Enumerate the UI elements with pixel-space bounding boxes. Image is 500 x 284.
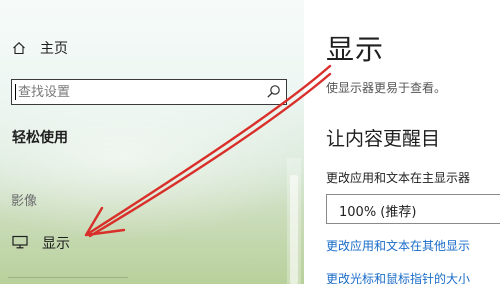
search-icon[interactable] (266, 84, 281, 103)
page-title: 显示 (326, 33, 385, 66)
sidebar-category-label: 影像 (11, 194, 38, 209)
sidebar-item-home-label: 主页 (40, 41, 68, 57)
pointer-size-link-partial[interactable]: 更改光标和鼠标指针的大小 (326, 272, 470, 284)
sidebar-scrollbar-thumb[interactable] (290, 175, 298, 284)
home-icon (12, 41, 26, 55)
scale-dropdown[interactable]: 100% (推荐) (326, 194, 500, 224)
other-displays-link[interactable]: 更改应用和文本在其他显示 (326, 237, 470, 254)
settings-sidebar: 主页 轻松使用 影像 显示 (0, 0, 304, 284)
sidebar-item-display-label: 显示 (42, 236, 70, 252)
text-caret (15, 84, 16, 100)
scale-dropdown-value: 100% (推荐) (339, 205, 417, 220)
search-input[interactable] (18, 82, 258, 102)
display-settings-page: 显示 使显示器更易于查看。 让内容更醒目 更改应用和文本在主显示器 100% (… (304, 0, 500, 284)
sidebar-next-item-partial (8, 277, 128, 284)
page-subtitle: 使显示器更易于查看。 (326, 81, 447, 95)
sidebar-item-display[interactable]: 显示 (12, 233, 70, 253)
search-box[interactable] (11, 79, 287, 105)
text-size-setting-label: 更改应用和文本在主显示器 (326, 171, 471, 185)
sidebar-item-home[interactable]: 主页 (12, 38, 68, 58)
section-heading: 让内容更醒目 (326, 128, 441, 150)
sidebar-section-title: 轻松使用 (12, 130, 68, 146)
pointer-size-link[interactable]: 更改光标和鼠标指针的大小 (326, 272, 470, 284)
sidebar-background-glow (0, 90, 304, 240)
monitor-icon (12, 234, 28, 253)
